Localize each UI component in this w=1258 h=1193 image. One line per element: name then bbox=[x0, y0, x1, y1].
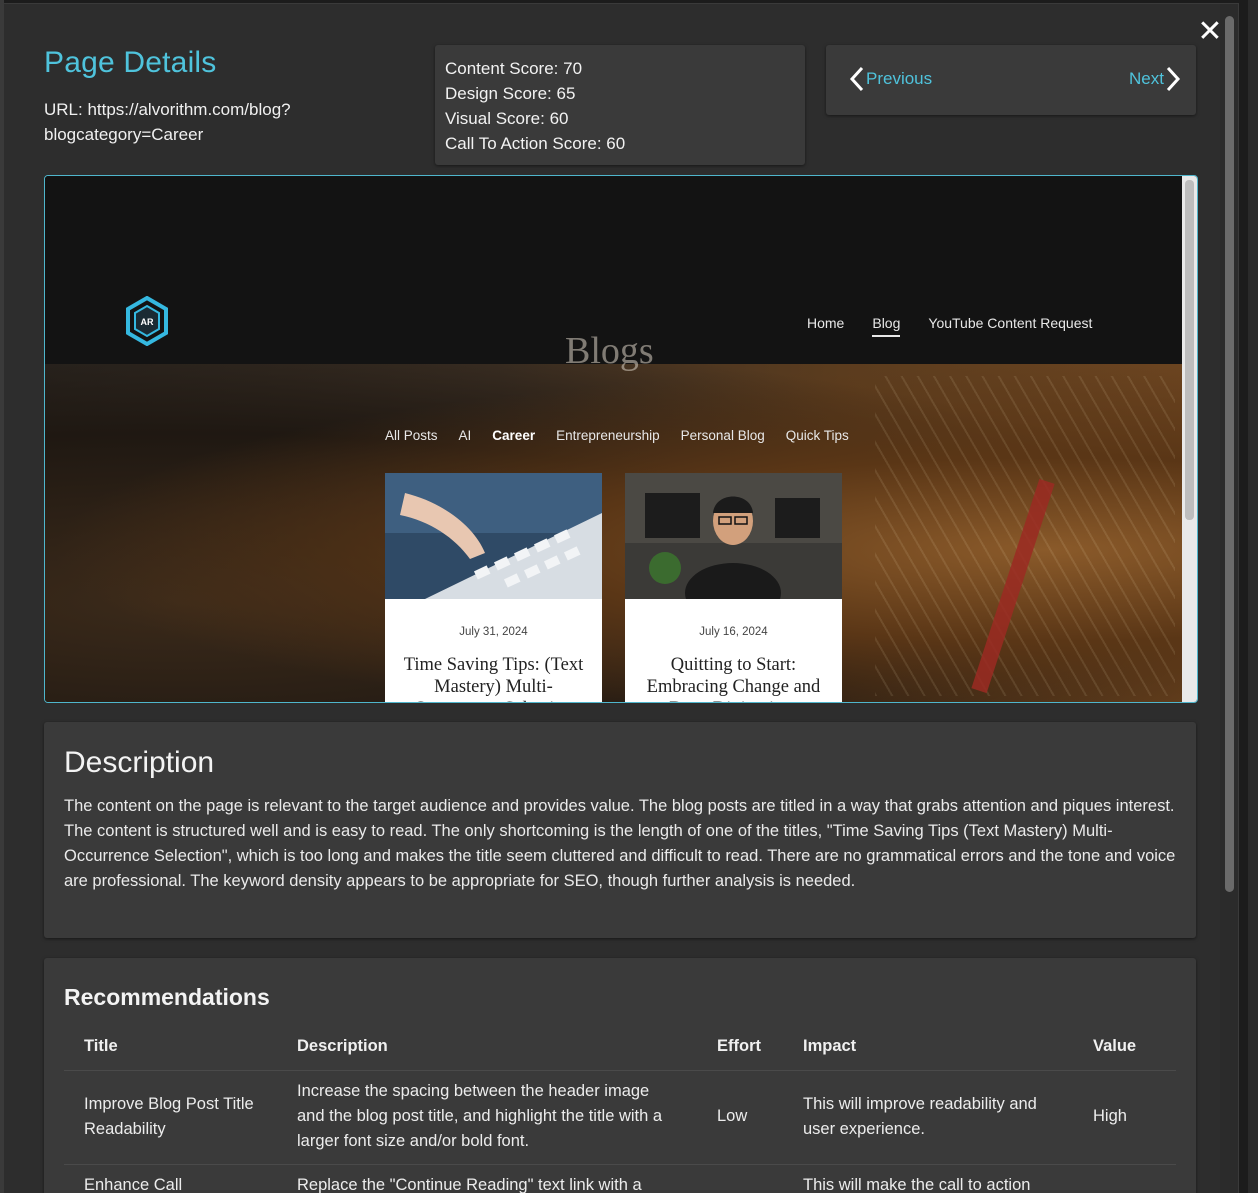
modal-scrollbar[interactable] bbox=[1220, 4, 1238, 1193]
page-backdrop-right bbox=[1248, 0, 1258, 1193]
category-personal-blog[interactable]: Personal Blog bbox=[681, 428, 765, 443]
site-nav-youtube[interactable]: YouTube Content Request bbox=[928, 315, 1092, 337]
category-career[interactable]: Career bbox=[492, 428, 535, 443]
row-value: High bbox=[1073, 1070, 1176, 1165]
page-details-modal: ✕ Page Details URL: https://alvorithm.co… bbox=[4, 4, 1238, 1193]
page-screenshot-preview[interactable]: AR Home Blog YouTube Content Request Blo… bbox=[44, 175, 1198, 703]
table-row: Enhance Call Replace the "Continue Readi… bbox=[64, 1164, 1176, 1193]
cta-score: Call To Action Score: 60 bbox=[445, 134, 626, 153]
blog-card-title: Time Saving Tips: (Text Mastery) Multi-O… bbox=[403, 655, 584, 702]
blog-card-date: July 16, 2024 bbox=[699, 626, 768, 638]
chevron-left-icon bbox=[849, 66, 864, 92]
recommendations-heading: Recommendations bbox=[64, 984, 270, 1010]
preview-scrollbar[interactable] bbox=[1182, 176, 1197, 702]
row-title: Improve Blog Post Title Readability bbox=[64, 1070, 277, 1165]
column-effort: Effort bbox=[697, 1029, 783, 1071]
blog-card[interactable]: July 31, 2024 Time Saving Tips: (Text Ma… bbox=[385, 473, 602, 702]
table-row: Improve Blog Post Title Readability Incr… bbox=[64, 1070, 1176, 1165]
visual-score: Visual Score: 60 bbox=[445, 109, 569, 128]
scores-panel: Content Score: 70 Design Score: 65 Visua… bbox=[435, 45, 805, 165]
category-entrepreneurship[interactable]: Entrepreneurship bbox=[556, 428, 660, 443]
column-description: Description bbox=[277, 1029, 697, 1071]
row-description: Replace the "Continue Reading" text link… bbox=[277, 1164, 697, 1193]
description-card: Description The content on the page is r… bbox=[44, 722, 1196, 938]
next-button[interactable]: Next bbox=[1129, 65, 1182, 93]
site-nav: Home Blog YouTube Content Request bbox=[807, 315, 1092, 337]
column-impact: Impact bbox=[783, 1029, 1073, 1071]
row-effort: Low bbox=[697, 1070, 783, 1165]
recommendations-card: Recommendations Title Description Effort… bbox=[44, 958, 1196, 1193]
row-value bbox=[1073, 1164, 1176, 1193]
modal-scrollbar-thumb[interactable] bbox=[1225, 16, 1234, 892]
category-quick-tips[interactable]: Quick Tips bbox=[786, 428, 849, 443]
row-title: Enhance Call bbox=[64, 1164, 277, 1193]
page-url: URL: https://alvorithm.com/blog?blogcate… bbox=[44, 100, 291, 144]
page-pager: Previous Next bbox=[826, 45, 1196, 115]
column-title: Title bbox=[64, 1029, 277, 1071]
logo-text: AR bbox=[141, 317, 154, 327]
description-body: The content on the page is relevant to t… bbox=[64, 797, 1176, 890]
blog-card-title: Quitting to Start: Embracing Change and … bbox=[646, 655, 821, 702]
hero-title: Blogs bbox=[565, 330, 654, 372]
row-impact: This will make the call to action bbox=[783, 1164, 1073, 1193]
category-ai[interactable]: AI bbox=[459, 428, 472, 443]
table-header-row: Title Description Effort Impact Value bbox=[64, 1029, 1176, 1071]
previous-button[interactable]: Previous bbox=[848, 65, 932, 93]
description-heading: Description bbox=[64, 746, 215, 779]
preview-scrollbar-thumb[interactable] bbox=[1185, 180, 1194, 520]
site-nav-home[interactable]: Home bbox=[807, 315, 844, 337]
page-title: Page Details bbox=[44, 46, 217, 79]
site-logo-icon: AR bbox=[126, 296, 168, 346]
keyboard-photo bbox=[385, 473, 602, 599]
column-value: Value bbox=[1073, 1029, 1176, 1071]
category-filter: All Posts AI Career Entrepreneurship Per… bbox=[385, 428, 849, 443]
blog-card[interactable]: July 16, 2024 Quitting to Start: Embraci… bbox=[625, 473, 842, 702]
category-all-posts[interactable]: All Posts bbox=[385, 428, 438, 443]
recommendations-table: Title Description Effort Impact Value Im… bbox=[64, 1029, 1176, 1193]
next-label: Next bbox=[1129, 69, 1164, 88]
row-impact: This will improve readability and user e… bbox=[783, 1070, 1073, 1165]
blog-card-date: July 31, 2024 bbox=[459, 626, 528, 638]
site-nav-blog[interactable]: Blog bbox=[872, 315, 901, 337]
content-score: Content Score: 70 bbox=[445, 59, 583, 78]
row-effort bbox=[697, 1164, 783, 1193]
previous-label: Previous bbox=[866, 69, 933, 88]
author-photo bbox=[625, 473, 842, 623]
row-description: Increase the spacing between the header … bbox=[277, 1070, 697, 1165]
design-score: Design Score: 65 bbox=[445, 84, 576, 103]
chevron-right-icon bbox=[1166, 66, 1181, 92]
